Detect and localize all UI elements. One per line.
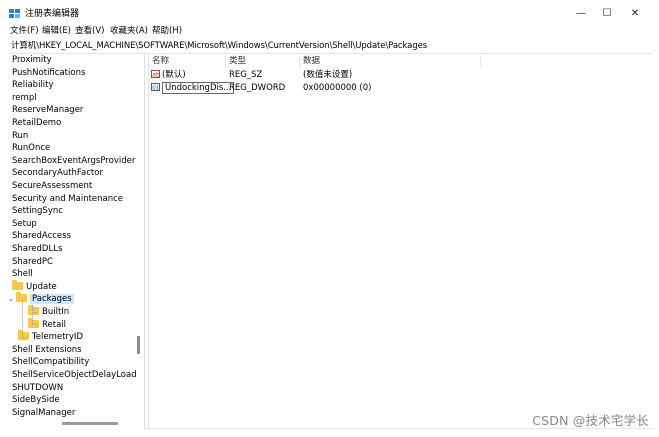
watermark: CSDN @技术宅学长 [532, 413, 649, 428]
menu-file[interactable]: 文件(F) [10, 25, 39, 38]
tree-item-packages[interactable]: ⌄ Packages [8, 292, 74, 305]
tree-item-signalmanager[interactable]: SignalManager [12, 407, 75, 419]
value-type-cell: REG_DWORD [229, 83, 286, 93]
tree-item-sharedaccess[interactable]: SharedAccess [12, 230, 71, 242]
column-separator[interactable] [299, 55, 300, 67]
title-bar: 注册表编辑器 — ☐ ✕ [0, 0, 659, 26]
svg-text:ab: ab [152, 72, 160, 79]
tree-item-sidebyside[interactable]: SideBySide [12, 394, 60, 406]
tree-item-reliability[interactable]: Reliability [12, 79, 54, 91]
tree-item-shellcompatibility[interactable]: ShellCompatibility [12, 356, 89, 368]
tree-connector [32, 324, 38, 325]
value-name-cell: ab (默认) [151, 70, 186, 80]
window-title: 注册表编辑器 [25, 9, 80, 19]
values-list-header: 名称 类型 数据 [149, 55, 653, 67]
column-header-data[interactable]: 数据 [303, 55, 320, 67]
tree-item-update[interactable]: Update [12, 279, 57, 293]
menu-view[interactable]: 查看(V) [75, 25, 104, 38]
tree-item-runonce[interactable]: RunOnce [12, 142, 50, 154]
tree-item-security-and-maintenance[interactable]: Security and Maintenance [12, 193, 123, 205]
value-name-cell: 01 UndockingDis... [151, 82, 235, 95]
tree-item-shell[interactable]: Shell [12, 268, 33, 280]
tree-vertical-scrollbar[interactable] [137, 336, 140, 354]
maximize-button[interactable]: ☐ [594, 5, 620, 23]
tree-item-pushnotifications[interactable]: PushNotifications [12, 67, 85, 79]
address-bar[interactable]: 计算机\HKEY_LOCAL_MACHINE\SOFTWARE\Microsof… [8, 39, 653, 54]
rename-edit-box[interactable]: UndockingDis... [162, 82, 235, 94]
table-row[interactable]: ab (默认) REG_SZ (数值未设置) [149, 69, 653, 82]
folder-icon [12, 279, 23, 290]
column-header-type[interactable]: 类型 [229, 55, 246, 67]
column-separator[interactable] [225, 55, 226, 67]
pane-splitter[interactable] [144, 54, 145, 430]
tree-item-proximity[interactable]: Proximity [12, 54, 52, 66]
tree-item-setup[interactable]: Setup [12, 218, 37, 230]
tree-item-sharedpc[interactable]: SharedPC [12, 256, 53, 268]
menu-bar: 文件(F) 编辑(E) 查看(V) 收藏夹(A) 帮助(H) [0, 25, 659, 38]
tree-horizontal-scrollbar[interactable] [62, 422, 118, 425]
address-path[interactable]: 计算机\HKEY_LOCAL_MACHINE\SOFTWARE\Microsof… [11, 39, 427, 53]
tree-item-searchboxeventargsprovider[interactable]: SearchBoxEventArgsProvider [12, 155, 135, 167]
table-row[interactable]: 01 UndockingDis... REG_DWORD 0x00000000 … [149, 82, 653, 95]
tree-item-reservemanager[interactable]: ReserveManager [12, 104, 83, 116]
tree-item-secondaryauthfactor[interactable]: SecondaryAuthFactor [12, 167, 103, 179]
value-data-cell: 0x00000000 (0) [303, 83, 372, 93]
menu-favorites[interactable]: 收藏夹(A) [110, 25, 148, 38]
close-button[interactable]: ✕ [622, 5, 648, 23]
tree-item-shutdown[interactable]: SHUTDOWN [12, 382, 63, 394]
tree-item-secureassessment[interactable]: SecureAssessment [12, 180, 92, 192]
tree-connector [22, 337, 28, 338]
tree-connector [22, 300, 23, 338]
tree-connector [32, 312, 38, 313]
regedit-app-icon [9, 9, 20, 18]
tree-item-retaildemo[interactable]: RetailDemo [12, 117, 61, 129]
list-pane-border [148, 54, 149, 430]
minimize-button[interactable]: — [568, 5, 594, 23]
tree-item-run[interactable]: Run [12, 130, 28, 142]
tree-item-shellserviceobjectdelayload[interactable]: ShellServiceObjectDelayLoad [12, 369, 137, 381]
tree-connector [32, 305, 33, 325]
svg-text:01: 01 [152, 85, 159, 91]
tree-item-settingsync[interactable]: SettingSync [12, 205, 63, 217]
column-separator[interactable] [480, 55, 481, 67]
column-header-name[interactable]: 名称 [152, 55, 169, 67]
registry-tree[interactable]: Proximity PushNotifications Reliability … [8, 54, 145, 430]
menu-edit[interactable]: 编辑(E) [42, 25, 71, 38]
chevron-down-icon[interactable]: ⌄ [8, 293, 15, 305]
tree-item-shareddlls[interactable]: SharedDLLs [12, 243, 62, 255]
value-data-cell: (数值未设置) [303, 70, 353, 80]
value-type-cell: REG_SZ [229, 70, 263, 80]
tree-item-rempl[interactable]: rempl [12, 92, 37, 104]
binary-value-icon: 01 [151, 83, 160, 91]
menu-help[interactable]: 帮助(H) [152, 25, 182, 38]
folder-icon [28, 305, 39, 315]
string-value-icon: ab [151, 70, 160, 78]
tree-item-shell-extensions[interactable]: Shell Extensions [12, 344, 82, 356]
